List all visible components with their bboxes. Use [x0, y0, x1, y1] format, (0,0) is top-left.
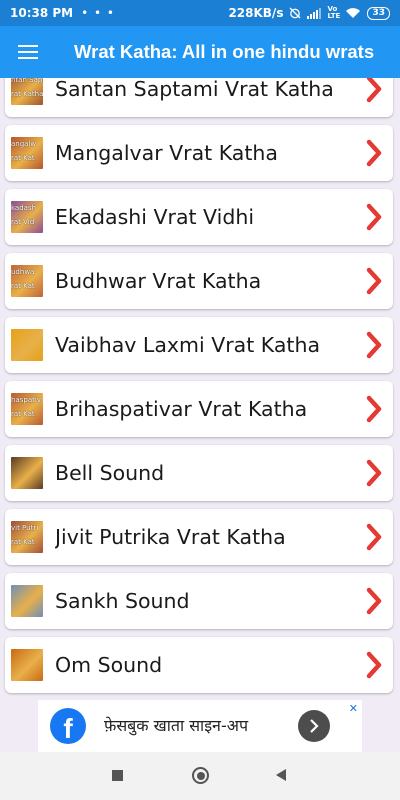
chevron-right-icon — [366, 395, 382, 423]
facebook-icon: f — [50, 708, 86, 744]
battery-icon: 33 — [367, 6, 390, 20]
item-label: Sankh Sound — [55, 589, 190, 613]
chevron-right-icon — [366, 267, 382, 295]
recents-button[interactable] — [112, 770, 123, 781]
chevron-right-icon — [366, 459, 382, 487]
thumbnail-caption: rat Vid — [11, 218, 35, 226]
chevron-right-icon — [366, 78, 382, 103]
chevron-right-icon — [366, 203, 382, 231]
home-button[interactable] — [192, 767, 209, 784]
item-thumbnail: ntan Sapta rat Katha — [11, 78, 43, 105]
hamburger-menu-icon[interactable] — [0, 26, 56, 78]
item-thumbnail: haspativ rat Kat — [11, 393, 43, 425]
wifi-icon — [346, 8, 361, 18]
chevron-right-icon — [366, 331, 382, 359]
ad-banner[interactable]: f फ़ेसबुक खाता साइन-अप ✕ — [38, 700, 362, 752]
list-item[interactable]: udhwa rat Kat Budhwar Vrat Katha — [5, 253, 393, 309]
item-thumbnail: kadash rat Vid — [11, 201, 43, 233]
alarm-off-icon — [290, 7, 301, 19]
item-thumbnail: vit Putri rat Kat — [11, 521, 43, 553]
item-thumbnail: angalw rat Kat — [11, 137, 43, 169]
network-speed: 228KB/s — [228, 6, 284, 20]
item-thumbnail — [11, 457, 43, 489]
thumbnail-caption: angalw — [11, 140, 37, 148]
chevron-right-icon — [366, 651, 382, 679]
chevron-right-icon — [310, 719, 319, 733]
thumbnail-caption: ntan Sapta — [11, 78, 43, 84]
chevron-right-icon — [366, 587, 382, 615]
list-item[interactable]: Bell Sound — [5, 445, 393, 501]
notification-dots: • • • — [81, 6, 115, 20]
thumbnail-caption: vit Putri — [11, 524, 39, 532]
chevron-right-icon — [366, 523, 382, 551]
thumbnail-caption: haspativ — [11, 396, 41, 404]
signal-icon — [307, 7, 322, 19]
item-thumbnail — [11, 649, 43, 681]
list-item[interactable]: vit Putri rat Kat Jivit Putrika Vrat Katha — [5, 509, 393, 565]
volte-label: Vo LTE — [327, 5, 341, 20]
thumbnail-caption: rat Katha — [11, 90, 43, 98]
thumbnail-caption: kadash — [11, 204, 37, 212]
chevron-right-icon — [366, 139, 382, 167]
vrat-list[interactable]: ntan Sapta rat Katha Santan Saptami Vrat K… — [0, 78, 400, 698]
list-item[interactable]: Sankh Sound — [5, 573, 393, 629]
item-label: Brihaspativar Vrat Katha — [55, 397, 308, 421]
ad-text[interactable]: फ़ेसबुक खाता साइन-अप — [104, 716, 274, 736]
system-nav-bar — [0, 752, 400, 800]
list-item[interactable]: ntan Sapta rat Katha Santan Saptami Vrat K… — [5, 78, 393, 117]
app-bar: Wrat Katha: All in one hindu wrats — [0, 26, 400, 78]
item-label: Budhwar Vrat Katha — [55, 269, 262, 293]
list-item[interactable]: kadash rat Vid Ekadashi Vrat Vidhi — [5, 189, 393, 245]
ad-open-button[interactable] — [298, 710, 330, 742]
item-label: Om Sound — [55, 653, 163, 677]
status-bar: 10:38 PM • • • 228KB/s Vo LTE 33 — [0, 0, 400, 26]
item-thumbnail — [11, 585, 43, 617]
item-label: Ekadashi Vrat Vidhi — [55, 205, 255, 229]
item-label: Mangalvar Vrat Katha — [55, 141, 278, 165]
back-button[interactable] — [276, 769, 286, 781]
thumbnail-caption: udhwa — [11, 268, 35, 276]
list-item[interactable]: haspativ rat Kat Brihaspativar Vrat Katha — [5, 381, 393, 437]
list-item[interactable]: angalw rat Kat Mangalvar Vrat Katha — [5, 125, 393, 181]
item-thumbnail: udhwa rat Kat — [11, 265, 43, 297]
thumbnail-caption: rat Kat — [11, 410, 35, 418]
ad-choices-close-icon[interactable]: ✕ — [349, 702, 358, 715]
app-title: Wrat Katha: All in one hindu wrats — [74, 41, 375, 62]
item-label: Vaibhav Laxmi Vrat Katha — [55, 333, 321, 357]
list-item[interactable]: Vaibhav Laxmi Vrat Katha — [5, 317, 393, 373]
list-item[interactable]: Om Sound — [5, 637, 393, 693]
status-time: 10:38 PM — [10, 6, 74, 20]
thumbnail-caption: rat Kat — [11, 154, 35, 162]
item-label: Bell Sound — [55, 461, 165, 485]
item-thumbnail — [11, 329, 43, 361]
item-label: Santan Saptami Vrat Katha — [55, 78, 334, 101]
status-right: 228KB/s Vo LTE 33 — [228, 6, 390, 20]
thumbnail-caption: rat Kat — [11, 538, 35, 546]
item-label: Jivit Putrika Vrat Katha — [55, 525, 286, 549]
thumbnail-caption: rat Kat — [11, 282, 35, 290]
